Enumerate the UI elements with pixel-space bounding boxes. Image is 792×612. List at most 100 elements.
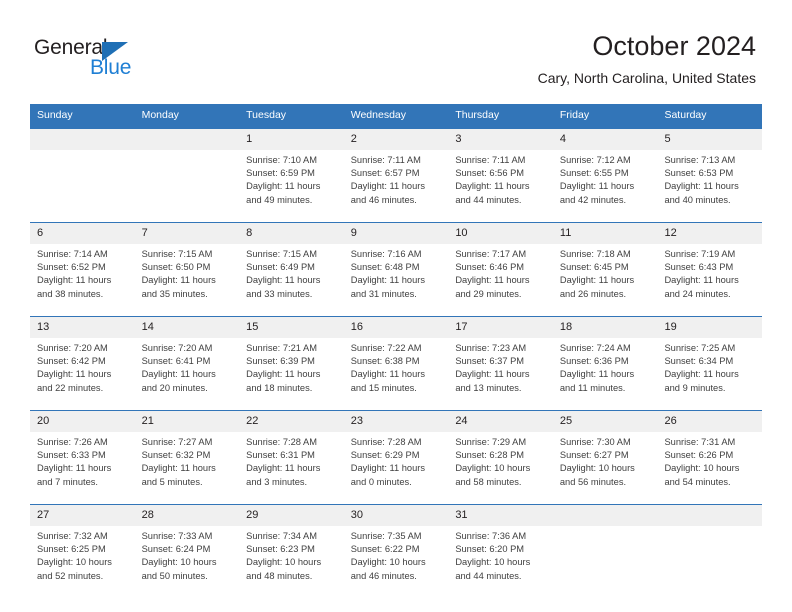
day-number[interactable]: 28 (135, 505, 240, 526)
sunrise-text: Sunrise: 7:24 AM (559, 343, 631, 353)
day-number[interactable]: 11 (553, 223, 658, 244)
day-number[interactable]: 9 (344, 223, 449, 244)
day-number[interactable] (135, 129, 240, 150)
day-cell[interactable]: Sunrise: 7:31 AM Sunset: 6:26 PM Dayligh… (657, 432, 762, 504)
day-number[interactable]: 8 (239, 223, 344, 244)
sunset-text: Sunset: 6:25 PM (37, 544, 106, 555)
day-number[interactable]: 4 (553, 129, 658, 150)
day-number[interactable] (657, 505, 762, 526)
day-number[interactable]: 10 (448, 223, 553, 244)
day-cell[interactable]: Sunrise: 7:13 AM Sunset: 6:53 PM Dayligh… (657, 150, 762, 222)
day-cell[interactable]: Sunrise: 7:16 AM Sunset: 6:48 PM Dayligh… (344, 244, 449, 316)
day-cell[interactable]: Sunrise: 7:20 AM Sunset: 6:42 PM Dayligh… (30, 338, 135, 410)
day-cell[interactable]: Sunrise: 7:24 AM Sunset: 6:36 PM Dayligh… (553, 338, 658, 410)
day-number[interactable]: 24 (448, 411, 553, 432)
day-cell[interactable] (553, 526, 658, 598)
weekday-header-thursday: Thursday (455, 109, 500, 121)
sunrise-text: Sunrise: 7:13 AM (664, 155, 736, 165)
day-number[interactable]: 12 (657, 223, 762, 244)
day-number[interactable]: 7 (135, 223, 240, 244)
day-number[interactable] (30, 129, 135, 150)
day-cell[interactable]: Sunrise: 7:28 AM Sunset: 6:31 PM Dayligh… (239, 432, 344, 504)
day-cell[interactable] (657, 526, 762, 598)
day-cell[interactable]: Sunrise: 7:12 AM Sunset: 6:55 PM Dayligh… (553, 150, 658, 222)
day-cell[interactable] (135, 150, 240, 222)
day-number[interactable]: 17 (448, 317, 553, 338)
day-number[interactable]: 2 (344, 129, 449, 150)
day-cell[interactable]: Sunrise: 7:29 AM Sunset: 6:28 PM Dayligh… (448, 432, 553, 504)
daylight-text-line1: Daylight: 10 hours (141, 557, 217, 568)
daylight-text-line1: Daylight: 11 hours (141, 275, 216, 286)
day-cell[interactable]: Sunrise: 7:20 AM Sunset: 6:41 PM Dayligh… (135, 338, 240, 410)
sunrise-text: Sunrise: 7:26 AM (37, 437, 108, 447)
day-number[interactable]: 21 (135, 411, 240, 432)
day-cell[interactable]: Sunrise: 7:11 AM Sunset: 6:56 PM Dayligh… (448, 150, 553, 222)
daylight-text-line1: Daylight: 11 hours (664, 275, 739, 286)
day-number[interactable]: 5 (657, 129, 762, 150)
sunrise-text: Sunrise: 7:20 AM (141, 343, 213, 353)
day-number[interactable]: 6 (30, 223, 135, 244)
day-number[interactable]: 18 (553, 317, 658, 338)
day-number[interactable]: 23 (344, 411, 449, 432)
day-number[interactable]: 26 (657, 411, 762, 432)
day-cell[interactable]: Sunrise: 7:22 AM Sunset: 6:38 PM Dayligh… (344, 338, 449, 410)
sunset-text: Sunset: 6:46 PM (455, 262, 525, 273)
day-number[interactable]: 19 (657, 317, 762, 338)
day-number[interactable]: 13 (30, 317, 135, 338)
sunrise-text: Sunrise: 7:15 AM (246, 249, 317, 259)
day-cell[interactable]: Sunrise: 7:25 AM Sunset: 6:34 PM Dayligh… (657, 338, 762, 410)
day-cell[interactable]: Sunrise: 7:35 AM Sunset: 6:22 PM Dayligh… (344, 526, 449, 598)
weekday-header-sunday: Sunday (37, 109, 73, 121)
daylight-text-line1: Daylight: 11 hours (455, 275, 530, 286)
day-cell[interactable]: Sunrise: 7:36 AM Sunset: 6:20 PM Dayligh… (448, 526, 553, 598)
day-number[interactable] (553, 505, 658, 526)
day-cell[interactable]: Sunrise: 7:10 AM Sunset: 6:59 PM Dayligh… (239, 150, 344, 222)
day-number[interactable]: 31 (448, 505, 553, 526)
day-cell[interactable]: Sunrise: 7:11 AM Sunset: 6:57 PM Dayligh… (344, 150, 449, 222)
sunrise-text: Sunrise: 7:10 AM (246, 155, 317, 165)
day-cell[interactable]: Sunrise: 7:18 AM Sunset: 6:45 PM Dayligh… (553, 244, 658, 316)
day-cell[interactable]: Sunrise: 7:21 AM Sunset: 6:39 PM Dayligh… (239, 338, 344, 410)
day-number[interactable]: 20 (30, 411, 135, 432)
sunset-text: Sunset: 6:31 PM (246, 450, 315, 461)
day-number[interactable]: 25 (553, 411, 658, 432)
day-cell[interactable]: Sunrise: 7:28 AM Sunset: 6:29 PM Dayligh… (344, 432, 449, 504)
day-cell[interactable]: Sunrise: 7:27 AM Sunset: 6:32 PM Dayligh… (135, 432, 240, 504)
day-cell[interactable]: Sunrise: 7:23 AM Sunset: 6:37 PM Dayligh… (448, 338, 553, 410)
day-cell[interactable]: Sunrise: 7:14 AM Sunset: 6:52 PM Dayligh… (30, 244, 135, 316)
day-number[interactable]: 16 (344, 317, 449, 338)
sunrise-text: Sunrise: 7:32 AM (37, 531, 108, 541)
calendar-week-row: 1 2 3 4 5 Sunrise: 7:10 AM Sunset: 6:59 … (30, 128, 762, 222)
day-number[interactable]: 1 (239, 129, 344, 150)
sunrise-text: Sunrise: 7:18 AM (559, 249, 631, 259)
daylight-text-line1: Daylight: 11 hours (350, 275, 425, 286)
day-number[interactable]: 22 (239, 411, 344, 432)
day-number[interactable]: 27 (30, 505, 135, 526)
daylight-text-line2: and 9 minutes. (664, 382, 726, 393)
calendar-week-row: 27 28 29 30 31 Sunrise: 7:32 AM Sunset: … (30, 504, 762, 598)
day-cell[interactable]: Sunrise: 7:34 AM Sunset: 6:23 PM Dayligh… (239, 526, 344, 598)
day-number-row: 13 14 15 16 17 18 19 (30, 317, 762, 338)
day-number[interactable]: 30 (344, 505, 449, 526)
day-number[interactable]: 3 (448, 129, 553, 150)
day-number[interactable]: 15 (239, 317, 344, 338)
daylight-text-line1: Daylight: 10 hours (455, 557, 531, 568)
sunrise-text: Sunrise: 7:28 AM (246, 437, 317, 447)
day-cell[interactable]: Sunrise: 7:33 AM Sunset: 6:24 PM Dayligh… (135, 526, 240, 598)
day-cell[interactable]: Sunrise: 7:26 AM Sunset: 6:33 PM Dayligh… (30, 432, 135, 504)
sunset-text: Sunset: 6:42 PM (37, 356, 106, 367)
daylight-text-line1: Daylight: 10 hours (37, 557, 112, 568)
daylight-text-line1: Daylight: 11 hours (664, 369, 739, 380)
day-cell[interactable]: Sunrise: 7:17 AM Sunset: 6:46 PM Dayligh… (448, 244, 553, 316)
day-number[interactable]: 29 (239, 505, 344, 526)
sunset-text: Sunset: 6:38 PM (350, 356, 420, 367)
day-number[interactable]: 14 (135, 317, 240, 338)
day-cell[interactable]: Sunrise: 7:32 AM Sunset: 6:25 PM Dayligh… (30, 526, 135, 598)
day-cell[interactable]: Sunrise: 7:15 AM Sunset: 6:50 PM Dayligh… (135, 244, 240, 316)
weekday-header-saturday: Saturday (664, 109, 707, 121)
day-cell[interactable]: Sunrise: 7:19 AM Sunset: 6:43 PM Dayligh… (657, 244, 762, 316)
day-cell[interactable] (30, 150, 135, 222)
day-cell[interactable]: Sunrise: 7:30 AM Sunset: 6:27 PM Dayligh… (553, 432, 658, 504)
day-cell[interactable]: Sunrise: 7:15 AM Sunset: 6:49 PM Dayligh… (239, 244, 344, 316)
page-subtitle: Cary, North Carolina, United States (537, 70, 756, 86)
